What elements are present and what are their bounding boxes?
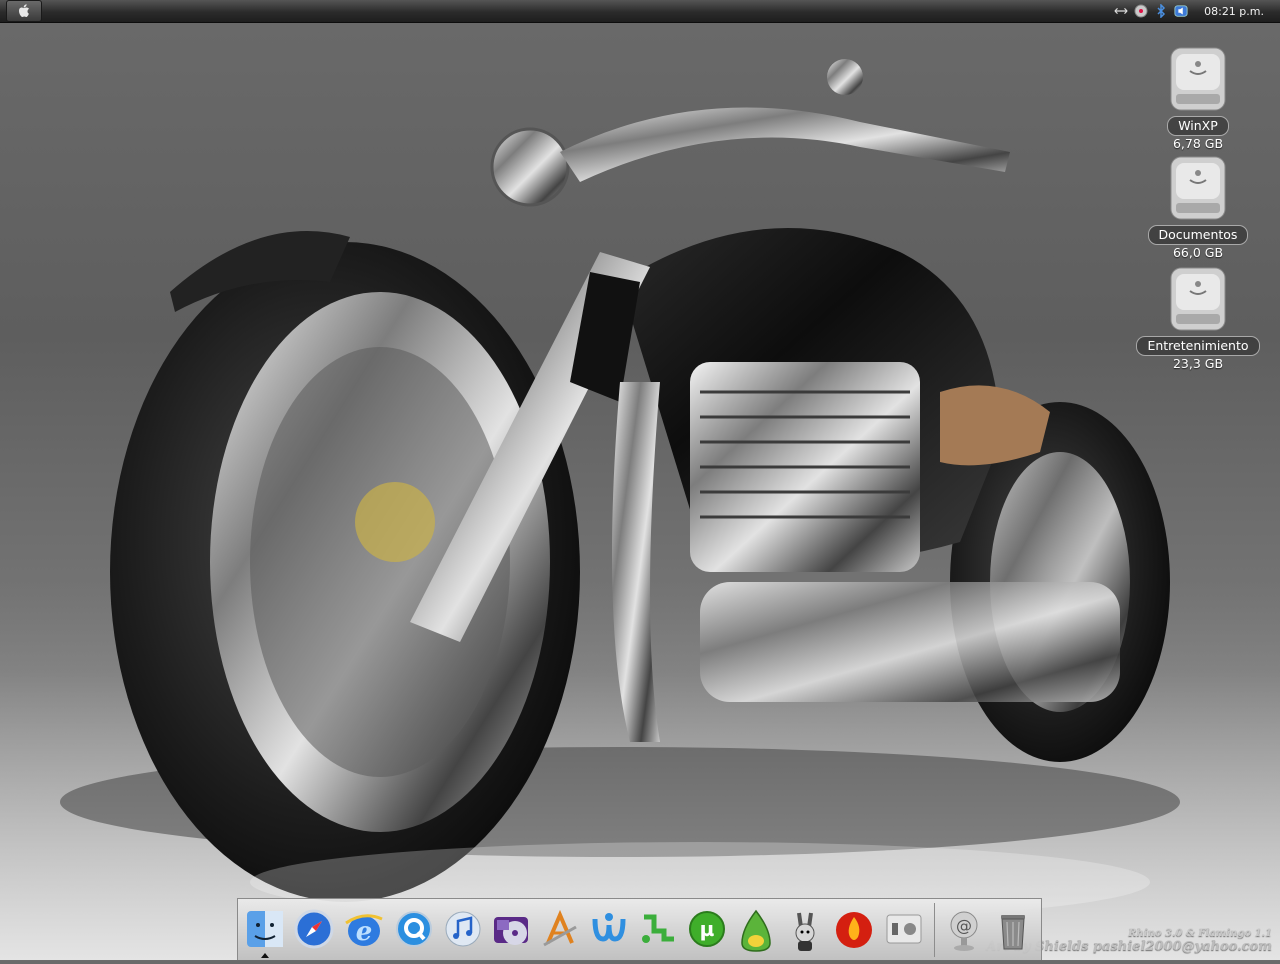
hard-drive-icon — [1170, 156, 1226, 220]
running-indicator — [260, 952, 269, 958]
menu-extras: 08:21 p.m. — [1114, 4, 1264, 18]
drive-size: 23,3 GB — [1172, 356, 1224, 371]
drive-name: WinXP — [1167, 116, 1229, 136]
dock-item-internet-explorer[interactable]: e — [342, 905, 386, 955]
svg-text:e: e — [355, 917, 372, 947]
dock-item-azureus[interactable] — [735, 905, 777, 955]
rabbit-mascot-icon — [795, 912, 815, 951]
drive-name: Entretenimiento — [1136, 336, 1260, 356]
menu-bar: 08:21 p.m. — [0, 0, 1280, 23]
dock-item-mail[interactable]: @ — [943, 905, 985, 955]
drive-size: 66,0 GB — [1172, 245, 1224, 260]
dock-item-dvd-player[interactable] — [490, 905, 532, 955]
dock-item-messenger[interactable] — [588, 905, 630, 955]
cd-icon[interactable] — [1134, 4, 1148, 18]
dock-item-utorrent[interactable]: µ — [686, 905, 728, 955]
dock-item-flame[interactable] — [832, 905, 876, 955]
mail-at-icon: @ — [950, 911, 978, 951]
desktop-drive-entretenimiento[interactable]: Entretenimiento 23,3 GB — [1128, 266, 1268, 372]
drive-size: 6,78 GB — [1172, 136, 1224, 151]
dvd-player-icon — [494, 916, 529, 945]
desktop-wallpaper — [0, 22, 1280, 960]
dock-item-finder[interactable] — [244, 905, 286, 958]
applications-icon — [543, 909, 577, 946]
volume-icon[interactable] — [1174, 4, 1188, 18]
finder-icon — [246, 910, 283, 947]
network-arrows-icon[interactable] — [1114, 4, 1128, 18]
chrome-motorcycle-image — [0, 59, 1280, 960]
dock-item-applications[interactable] — [539, 905, 581, 955]
hard-drive-icon — [1170, 47, 1226, 111]
dock-separator — [934, 902, 936, 957]
hard-drive-icon — [1170, 267, 1226, 331]
dock-item-quicktime[interactable] — [393, 905, 435, 955]
menubar-clock[interactable]: 08:21 p.m. — [1204, 5, 1264, 18]
quicktime-icon — [395, 910, 432, 947]
azureus-frog-icon — [740, 909, 771, 952]
apple-menu-button[interactable] — [6, 0, 42, 22]
dock-item-itunes[interactable] — [442, 905, 484, 955]
itunes-icon — [445, 911, 480, 946]
network-icon — [641, 914, 674, 943]
dock-item-network[interactable] — [637, 905, 679, 955]
utorrent-icon: µ — [688, 910, 725, 947]
messenger-icon — [592, 912, 626, 942]
bluetooth-icon[interactable] — [1154, 4, 1168, 18]
svg-text:@: @ — [956, 916, 972, 935]
dock-item-bootcamp[interactable] — [883, 905, 925, 955]
svg-text:µ: µ — [699, 917, 714, 941]
desktop-drive-documentos[interactable]: Documentos 66,0 GB — [1128, 155, 1268, 261]
desktop-drive-winxp[interactable]: WinXP 6,78 GB — [1128, 46, 1268, 152]
trash-icon — [1001, 914, 1026, 949]
bootcamp-icon — [886, 914, 922, 943]
dock-item-safari[interactable] — [293, 905, 335, 955]
dock: e µ @ — [237, 898, 1042, 960]
dock-item-trash[interactable] — [992, 905, 1034, 955]
dock-item-rabbit[interactable] — [784, 905, 826, 955]
safari-compass-icon — [294, 909, 334, 948]
drive-name: Documentos — [1147, 225, 1249, 245]
flame-orb-icon — [836, 911, 873, 948]
internet-explorer-icon: e — [344, 913, 383, 947]
apple-logo-icon — [19, 4, 29, 17]
